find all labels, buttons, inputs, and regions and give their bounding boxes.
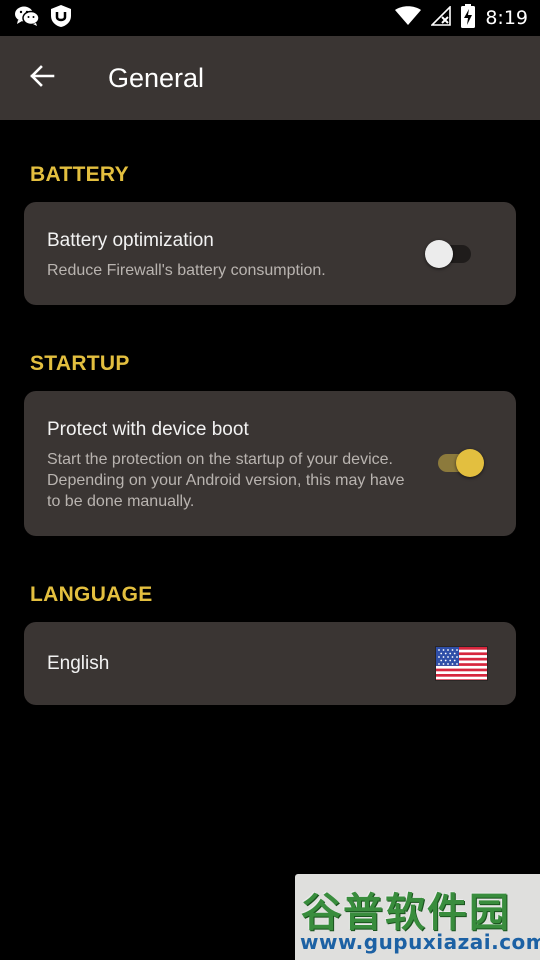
battery-optimization-subtitle: Reduce Firewall's battery consumption. — [47, 262, 326, 279]
app-bar: General — [0, 36, 540, 120]
us-flag-icon — [435, 646, 488, 681]
toggle-thumb — [425, 240, 453, 268]
back-button[interactable] — [22, 60, 62, 96]
device-boot-toggle[interactable] — [434, 443, 484, 483]
watermark-url: www.gupuxiazai.com — [300, 930, 540, 954]
language-selector[interactable]: English — [24, 622, 516, 705]
device-boot-subtitle: Start the protection on the startup of y… — [47, 451, 405, 510]
section-header-language: LANGUAGE — [30, 583, 153, 606]
toggle-thumb — [456, 449, 484, 477]
section-header-startup: STARTUP — [30, 352, 130, 375]
battery-charging-icon — [461, 3, 476, 33]
section-header-battery: BATTERY — [30, 163, 129, 186]
shield-app-icon — [50, 4, 72, 33]
arrow-back-icon — [29, 64, 55, 92]
page-title: General — [108, 63, 205, 93]
status-time: 8:19 — [485, 7, 528, 29]
watermark-logo: 谷普软件园 www.gupuxiazai.com — [295, 874, 540, 960]
battery-optimization-title: Battery optimization — [47, 230, 214, 251]
no-sim-icon — [430, 4, 452, 31]
wifi-icon — [395, 5, 422, 31]
battery-optimization-toggle[interactable] — [425, 234, 475, 274]
battery-optimization-card[interactable]: Battery optimization Reduce Firewall's b… — [24, 202, 516, 305]
status-bar: 8:19 — [0, 0, 540, 36]
wechat-icon — [14, 5, 40, 32]
language-value: English — [47, 653, 110, 674]
device-boot-title: Protect with device boot — [47, 419, 249, 440]
device-boot-card[interactable]: Protect with device boot Start the prote… — [24, 391, 516, 536]
